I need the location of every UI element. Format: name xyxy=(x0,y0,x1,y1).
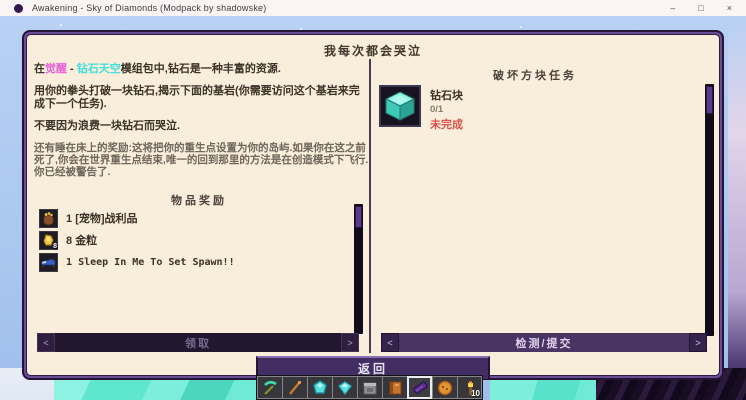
task-text: 钻石块 0/1 未完成 xyxy=(430,85,463,132)
task-progress: 0/1 xyxy=(430,104,444,115)
window-title: Awakening - Sky of Diamonds (Modpack by … xyxy=(32,3,267,13)
hotbar-slot-6[interactable] xyxy=(382,376,407,399)
claim-button[interactable]: < 领取 > xyxy=(37,333,359,352)
reward-label: 1 Sleep In Me To Set Spawn!! xyxy=(66,256,235,268)
pumpkin-pie-icon xyxy=(437,380,453,395)
next-arrow-icon[interactable]: > xyxy=(341,333,359,352)
hotbar-slot-7-selected[interactable] xyxy=(407,376,432,399)
quest-title: 我每次都会哭泣 xyxy=(323,44,422,58)
screen: Awakening - Sky of Diamonds (Modpack by … xyxy=(0,0,746,400)
hotbar-slot-8[interactable] xyxy=(432,376,457,399)
pack-name-highlight: 钻石天空 xyxy=(76,63,121,75)
quest-desc-paragraph-4: 还有睡在床上的奖励:这将把你的重生点设置为你的岛屿.如果你在这之前死了,你会在世… xyxy=(34,142,369,178)
hotbar-slot-2[interactable] xyxy=(282,376,307,399)
prev-arrow-icon[interactable]: < xyxy=(37,333,55,352)
window-controls: – □ × xyxy=(670,0,732,16)
modpack-name-highlight: 觉醒 xyxy=(45,63,67,75)
scrollbar-thumb[interactable] xyxy=(706,86,713,114)
scrollbar-thumb[interactable] xyxy=(355,206,362,228)
tasks-section-heading: 破坏方块任务 xyxy=(493,70,577,82)
minimize-button[interactable]: – xyxy=(670,0,675,16)
hotbar-slot-5[interactable] xyxy=(357,376,382,399)
hotbar-slot-4[interactable] xyxy=(332,376,357,399)
purple-item-icon xyxy=(412,380,428,394)
orange-rod-icon xyxy=(289,380,302,395)
game-viewport: 我每次都会哭泣 在觉醒 - 钻石天空模组包中,钻石是一种丰富的资源. 用你的拳头… xyxy=(0,16,746,400)
reward-item-gold-nugget[interactable]: 8 8 金粒 xyxy=(39,230,97,250)
diamond-block-icon xyxy=(379,85,421,127)
bed-icon xyxy=(39,252,58,272)
loot-bag-icon xyxy=(39,208,58,228)
stone-block-icon xyxy=(363,382,377,394)
quest-desc-paragraph-3: 不要因为浪费一块钻石而哭泣. xyxy=(34,120,181,132)
panel-divider xyxy=(369,59,371,353)
gold-nugget-icon: 8 xyxy=(39,230,58,250)
reward-item-bed[interactable]: 1 Sleep In Me To Set Spawn!! xyxy=(39,252,235,272)
sky-sparkles xyxy=(60,24,62,26)
right-panel-scrollbar[interactable] xyxy=(705,84,714,336)
quest-desc-paragraph-2: 用你的拳头打破一块钻石,揭示下面的基岩(你需要访问这个基岩来完成下一个任务). xyxy=(34,85,360,110)
submit-button[interactable]: < 检测/提交 > xyxy=(381,333,707,352)
diamond-gem-large-icon xyxy=(313,379,327,394)
task-name: 钻石块 xyxy=(430,90,463,102)
next-arrow-icon[interactable]: > xyxy=(689,333,707,352)
quest-description-panel: 在觉醒 - 钻石天空模组包中,钻石是一种丰富的资源. 用你的拳头打破一块钻石,揭… xyxy=(34,63,370,187)
reward-label: 1 [宠物]战利品 xyxy=(66,213,138,225)
quest-window: 我每次都会哭泣 在觉醒 - 钻石天空模组包中,钻石是一种丰富的资源. 用你的拳头… xyxy=(22,30,724,380)
item-count-badge: 8 xyxy=(53,242,57,250)
hotbar: 10 xyxy=(256,375,483,400)
diamond-icon xyxy=(338,380,352,395)
hotbar-slot-3[interactable] xyxy=(307,376,332,399)
maximize-button[interactable]: □ xyxy=(698,0,703,16)
item-count: 10 xyxy=(471,389,480,398)
window-titlebar: Awakening - Sky of Diamonds (Modpack by … xyxy=(0,0,746,16)
hotbar-slot-9[interactable]: 10 xyxy=(457,376,482,399)
emerald-pickaxe-icon xyxy=(264,380,277,395)
close-button[interactable]: × xyxy=(727,0,732,16)
reward-item-loot-bag[interactable]: 1 [宠物]战利品 xyxy=(39,208,138,228)
left-panel-scrollbar[interactable] xyxy=(354,204,363,334)
prev-arrow-icon[interactable]: < xyxy=(381,333,399,352)
hotbar-slot-1[interactable] xyxy=(257,376,282,399)
task-status: 未完成 xyxy=(430,119,463,131)
orange-book-icon xyxy=(389,381,402,394)
rewards-section-heading: 物品奖励 xyxy=(171,195,227,207)
reward-label: 8 金粒 xyxy=(66,235,98,247)
task-item-diamond-block[interactable]: 钻石块 0/1 未完成 xyxy=(379,85,463,132)
app-icon xyxy=(14,3,23,13)
quest-desc-paragraph-1: 在觉醒 - 钻石天空模组包中,钻石是一种丰富的资源. xyxy=(34,63,281,75)
